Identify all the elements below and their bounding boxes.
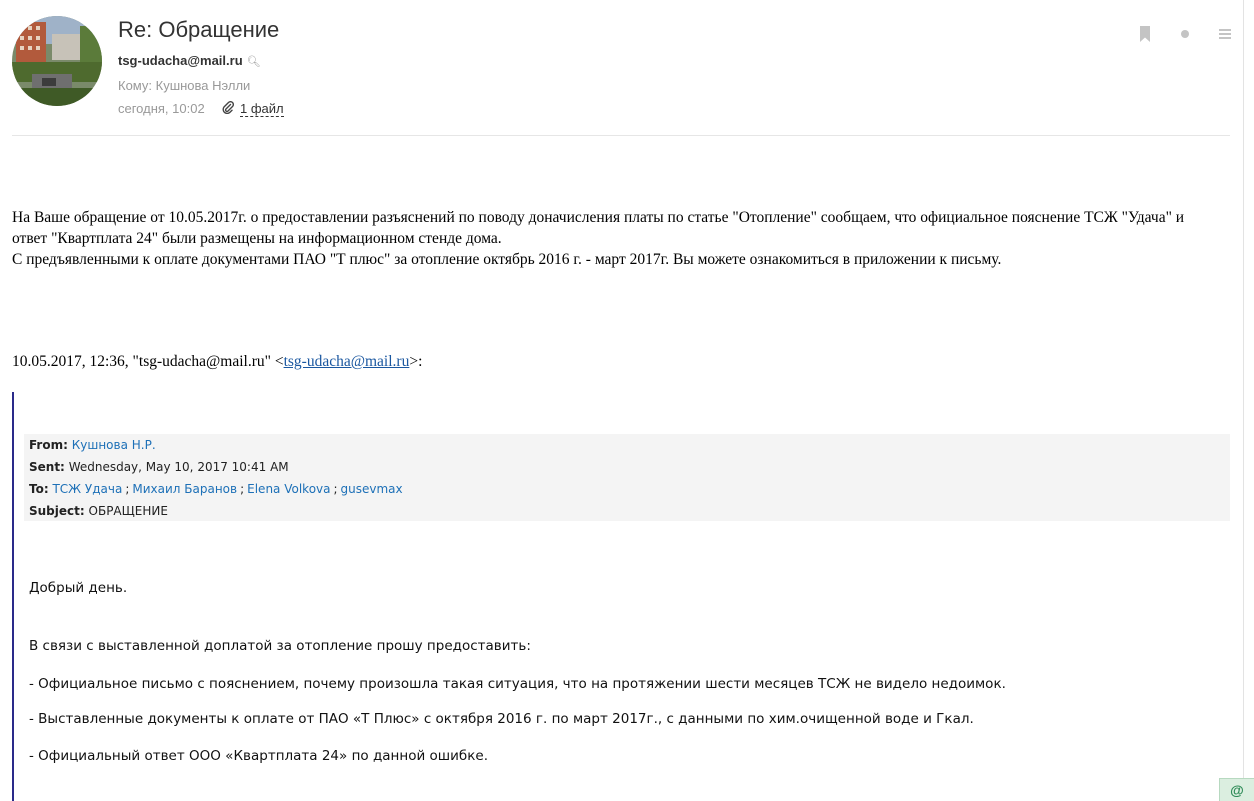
sender-email[interactable]: tsg-udacha@mail.ru — [118, 53, 243, 68]
request-item: - Выставленные документы к оплате от ПАО… — [29, 711, 974, 727]
original-from-row: From: Кушнова Н.Р. — [29, 438, 156, 452]
recipient-line: Кому: Кушнова Нэлли — [118, 78, 250, 93]
quote-header-suffix: >: — [409, 353, 423, 370]
original-header-box — [24, 434, 1230, 521]
recipient-separator: ; — [240, 482, 245, 496]
menu-icon[interactable] — [1218, 26, 1232, 42]
original-from-value[interactable]: Кушнова Н.Р. — [72, 438, 156, 452]
attachments-link[interactable]: 1 файл — [222, 100, 284, 117]
recipient-link[interactable]: Михаил Баранов — [132, 482, 237, 496]
at-sign-icon: @ — [1230, 782, 1244, 798]
quote-sender-link[interactable]: tsg-udacha@mail.ru — [284, 353, 410, 370]
recipient-separator: ; — [125, 482, 130, 496]
recipient-link[interactable]: gusevmax — [341, 482, 403, 496]
unread-dot-icon[interactable] — [1178, 26, 1192, 42]
blockquote-bar — [12, 392, 14, 801]
body-line-1: На Ваше обращение от 10.05.2017г. о пред… — [12, 209, 1185, 226]
original-to-row: To: ТСЖ Удача; Михаил Баранов; Elena Volko… — [29, 482, 403, 496]
original-greeting: Добрый день. — [29, 580, 128, 596]
recipient-link[interactable]: Elena Volkova — [247, 482, 330, 496]
message-subject: Re: Обращение — [118, 17, 280, 42]
avatar-image — [12, 16, 102, 106]
recipient-name[interactable]: Кушнова Нэлли — [156, 78, 251, 93]
recipient-link[interactable]: ТСЖ Удача — [52, 482, 122, 496]
original-sent-label: Sent: — [29, 460, 65, 474]
header-divider — [12, 135, 1230, 136]
message-body: На Ваше обращение от 10.05.2017г. о пред… — [12, 207, 1232, 270]
mail-agent-button[interactable]: @ — [1219, 778, 1254, 801]
attachments-label[interactable]: 1 файл — [240, 101, 284, 117]
search-icon[interactable]: 🔍︎ — [247, 56, 261, 68]
original-from-label: From: — [29, 438, 68, 452]
paperclip-icon — [222, 100, 235, 117]
message-toolbar — [1138, 26, 1232, 42]
quote-header-prefix: 10.05.2017, 12:36, "tsg-udacha@mail.ru" … — [12, 353, 284, 370]
bookmark-icon[interactable] — [1138, 26, 1152, 42]
message-date: сегодня, 10:02 — [118, 101, 205, 116]
request-item: - Официальное письмо с пояснением, почем… — [29, 676, 1006, 692]
original-subject-row: Subject: ОБРАЩЕНИЕ — [29, 504, 168, 518]
original-intro: В связи с выставленной доплатой за отопл… — [29, 638, 531, 654]
original-subject-value: ОБРАЩЕНИЕ — [88, 504, 168, 518]
recipient-separator: ; — [333, 482, 338, 496]
sender-address[interactable]: tsg-udacha@mail.ru 🔍︎ — [118, 53, 261, 68]
original-subject-label: Subject: — [29, 504, 85, 518]
recipient-label: Кому: — [118, 78, 152, 93]
original-sent-value: Wednesday, May 10, 2017 10:41 AM — [68, 460, 289, 474]
request-item: - Официальный ответ ООО «Квартплата 24» … — [29, 748, 488, 764]
body-line-3: С предъявленными к оплате документами ПА… — [12, 251, 1002, 268]
window-right-edge — [1243, 0, 1254, 801]
original-to-label: To: — [29, 482, 49, 496]
original-sent-row: Sent: Wednesday, May 10, 2017 10:41 AM — [29, 460, 289, 474]
body-line-2: ответ "Квартплата 24" были размещены на … — [12, 230, 502, 247]
sender-avatar[interactable] — [12, 16, 102, 106]
quote-header: 10.05.2017, 12:36, "tsg-udacha@mail.ru" … — [12, 353, 422, 371]
